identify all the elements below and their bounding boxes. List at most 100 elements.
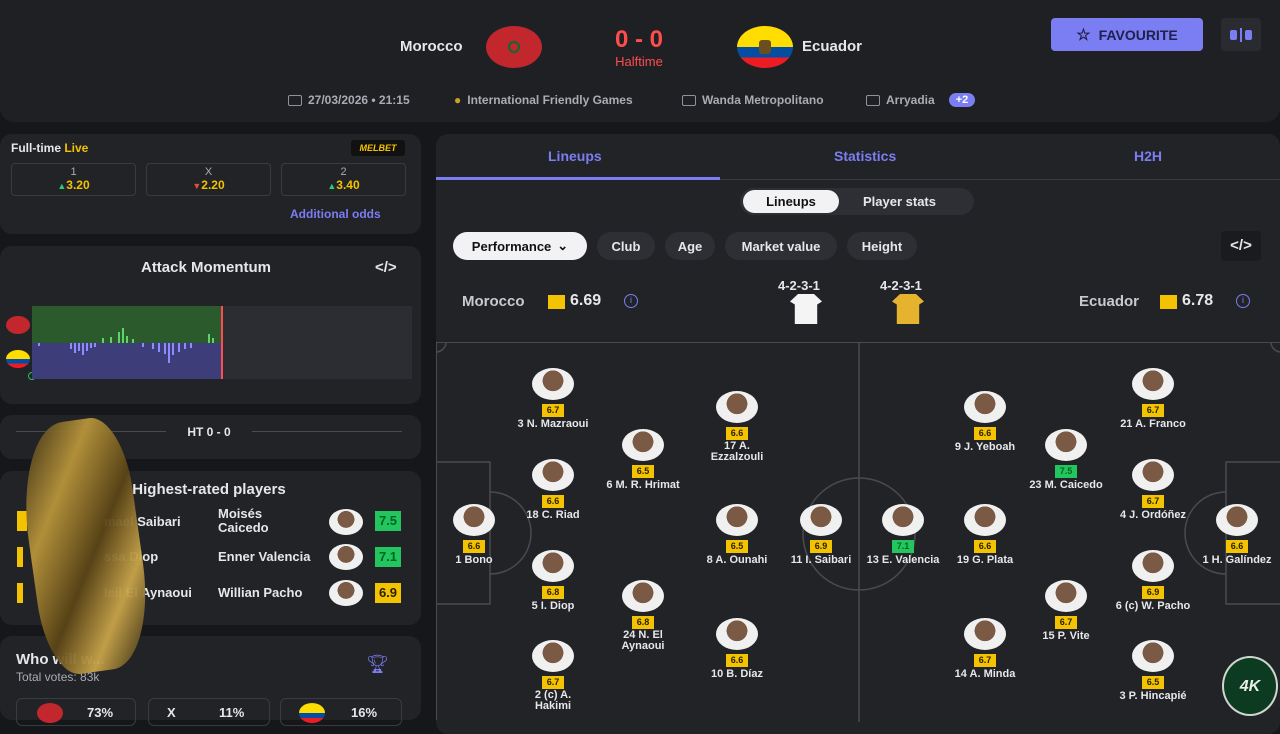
vote-away-button[interactable]: 16% [280,698,402,726]
tab-lineups[interactable]: Lineups [548,148,602,164]
odds-value: 3.20 [66,178,90,192]
odds-draw-button[interactable]: X ▼2.20 [146,163,271,196]
player-avatar [1132,640,1174,672]
bookmaker-logo[interactable]: MELBET [351,140,405,156]
info-icon[interactable]: i [1236,294,1250,308]
player-avatar[interactable] [329,509,363,535]
player-card[interactable]: 6.7 21 A. Franco [1103,368,1203,430]
filter-label: Performance [471,238,552,254]
player-name: 23 M. Caicedo [1029,479,1103,491]
home-team-name[interactable]: Morocco [400,38,463,55]
away-team-name[interactable]: Ecuador [802,38,862,55]
player-rating: 6.5 [632,465,654,478]
home-formation: 4-2-3-1 [778,278,820,293]
score: 0 - 0 [614,26,664,53]
player-card[interactable]: 6.5 3 P. Hincapié [1103,640,1203,702]
embed-code-icon[interactable]: </> [1221,231,1261,261]
player-name: 6 M. R. Hrimat [606,479,680,491]
vote-home-button[interactable]: 73% [16,698,136,726]
away-team-rating: 6.78 [1182,292,1214,309]
additional-odds-link[interactable]: Additional odds [290,207,381,221]
more-badge[interactable]: +2 [948,93,976,107]
date-text: 27/03/2026 • 21:15 [308,93,410,107]
calendar-icon [288,94,302,106]
player-card[interactable]: 6.7 2 (c) A. Hakimi [503,640,603,712]
away-team-label: Ecuador [1079,293,1140,310]
odds-label: 1 [70,166,77,178]
odds-home-button[interactable]: 1 ▲3.20 [11,163,136,196]
morocco-flag-icon [6,316,30,334]
info-icon[interactable]: i [624,294,638,308]
favourite-button[interactable]: ☆ FAVOURITE [1051,18,1203,51]
momentum-graph[interactable] [32,306,412,379]
player-avatar [964,504,1006,536]
player-avatar [532,459,574,491]
player-card[interactable]: 6.7 3 N. Mazraoui [503,368,603,430]
competition-text: International Friendly Games [467,93,633,107]
player-name: 19 G. Plata [956,554,1014,566]
odds-away-button[interactable]: 2 ▲3.40 [281,163,406,196]
vote-draw-button[interactable]: X 11% [148,698,270,726]
star-icon: ☆ [1076,26,1091,44]
player-name[interactable]: Willian Pacho [218,585,302,600]
player-name[interactable]: Moisés Caicedo [218,507,308,535]
player-avatar[interactable] [329,544,363,570]
filter-club[interactable]: Club [597,232,655,260]
momentum-bars [38,328,214,363]
player-rating: 6.7 [1142,495,1164,508]
embed-code-icon[interactable]: </> [375,259,397,276]
subtab-player-stats[interactable]: Player stats [863,194,936,209]
trophy-icon: 🏆︎ [366,654,389,674]
player-name: 2 (c) A. Hakimi [534,689,572,712]
player-rating: 6.6 [463,540,485,553]
player-avatar[interactable] [329,580,363,606]
player-name: 3 N. Mazraoui [517,418,589,430]
tab-statistics[interactable]: Statistics [834,148,896,164]
player-rating: 6.7 [974,654,996,667]
ecuador-flag-icon [737,26,793,68]
rating-badge: 7.5 [375,511,401,531]
player-card[interactable]: 6.8 24 N. El Aynaoui [593,580,693,652]
rating-square-icon [548,295,565,309]
player-rating: 6.7 [1142,404,1164,417]
favourite-label: FAVOURITE [1098,26,1178,43]
filter-market-value[interactable]: Market value [725,232,837,260]
player-rating: 6.7 [542,676,564,689]
player-avatar [800,504,842,536]
player-rating: 6.6 [974,540,996,553]
player-avatar [1132,459,1174,491]
rating-badge: 6.9 [375,583,401,603]
filter-age[interactable]: Age [665,232,715,260]
compare-toggle-button[interactable] [1221,18,1261,51]
attack-momentum-card: Attack Momentum </> [0,246,421,404]
player-avatar [622,429,664,461]
player-avatar [1045,429,1087,461]
player-avatar [1132,368,1174,400]
player-avatar [532,640,574,672]
player-avatar [716,391,758,423]
player-name[interactable]: Enner Valencia [218,549,311,564]
match-competition[interactable]: ● International Friendly Games [454,93,633,107]
rating-badge [17,583,23,603]
player-avatar [1132,550,1174,582]
player-avatar [964,618,1006,650]
subtab-lineups[interactable]: Lineups [743,190,839,213]
player-card[interactable]: 6.7 15 P. Vite [1016,580,1116,642]
player-card[interactable]: 6.6 1 H. Galíndez [1187,504,1280,566]
player-card[interactable]: 6.5 6 M. R. Hrimat [593,429,693,491]
player-avatar [622,580,664,612]
filter-height[interactable]: Height [847,232,917,260]
player-card[interactable]: 6.6 10 B. Díaz [687,618,787,680]
player-card[interactable]: 7.5 23 M. Caicedo [1016,429,1116,491]
player-card[interactable]: 6.6 17 A. Ezzalzouli [687,391,787,463]
tv-text: Arryadia [886,93,935,107]
ecuador-flag-icon [299,703,325,723]
player-name: 24 N. El Aynaoui [621,629,665,652]
home-team-rating: 6.69 [570,292,602,309]
tab-h2h[interactable]: H2H [1134,148,1162,164]
player-card[interactable]: 6.6 1 Bono [424,504,524,566]
player-card[interactable]: 6.6 19 G. Plata [935,504,1035,566]
morocco-flag-icon [37,703,63,723]
player-rating: 6.6 [726,654,748,667]
filter-performance[interactable]: Performance ⌄ [453,232,587,260]
